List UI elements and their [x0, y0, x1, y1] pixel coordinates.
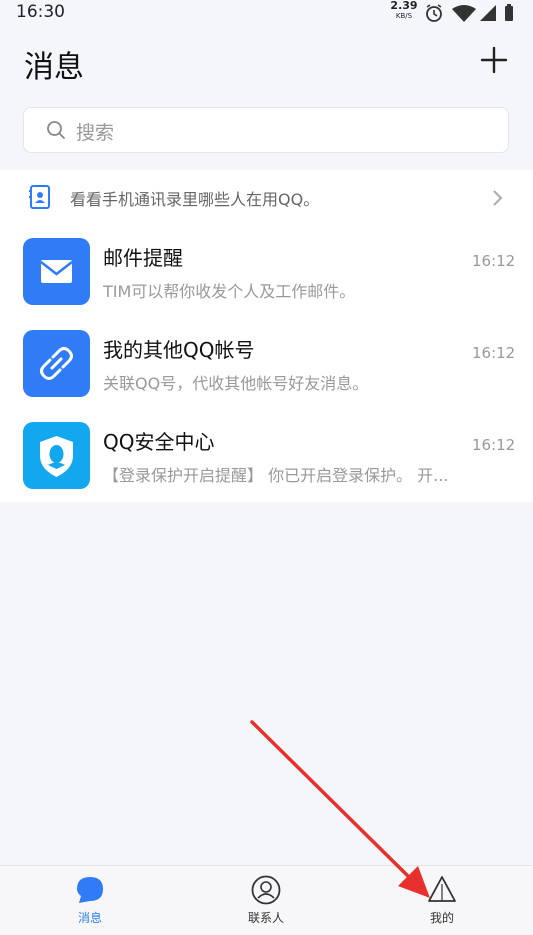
chevron-right-icon [493, 190, 503, 206]
battery-icon [505, 4, 513, 21]
plus-icon[interactable] [480, 46, 508, 74]
contact-card-icon [29, 185, 50, 209]
message-title: QQ安全中心 [103, 430, 215, 454]
nav-tab-contacts[interactable]: 联系人 [216, 866, 316, 935]
network-speed-unit: KB/S [395, 12, 413, 20]
message-preview: 关联QQ号，代收其他帐号好友消息。 [103, 374, 369, 393]
app-header: 消息 [0, 26, 533, 98]
message-time: 16:12 [472, 436, 516, 454]
status-icons [426, 4, 513, 22]
wifi-icon [452, 5, 476, 22]
avatar [23, 422, 90, 489]
nav-label: 我的 [429, 911, 454, 925]
status-bar: 16:30 2.39 KB/S [0, 0, 533, 26]
signal-icon [480, 5, 496, 21]
status-time: 16:30 [16, 2, 65, 22]
nav-label: 联系人 [247, 911, 284, 925]
message-preview: 【登录保护开启提醒】 你已开启登录保护。 开... [103, 466, 449, 485]
message-time: 16:12 [472, 344, 516, 362]
message-list: 邮件提醒 TIM可以帮你收发个人及工作邮件。 16:12 我的其他QQ帐号 关联… [0, 226, 533, 502]
mail-icon [40, 260, 73, 283]
message-preview: TIM可以帮你收发个人及工作邮件。 [103, 282, 356, 301]
page-title: 消息 [24, 50, 84, 85]
message-time: 16:12 [472, 252, 516, 270]
banner-text: 看看手机通讯录里哪些人在用QQ。 [70, 190, 320, 209]
network-speed: 2.39 KB/S [390, 0, 418, 21]
message-title: 邮件提醒 [103, 246, 183, 270]
chat-bubble-icon [77, 877, 103, 903]
message-item-other-accounts[interactable]: 我的其他QQ帐号 关联QQ号，代收其他帐号好友消息。 16:12 [0, 318, 533, 410]
contacts-match-banner[interactable]: 看看手机通讯录里哪些人在用QQ。 [0, 170, 533, 226]
message-title: 我的其他QQ帐号 [103, 338, 255, 362]
alarm-icon [426, 4, 442, 22]
avatar [23, 330, 90, 397]
profile-icon [428, 876, 456, 902]
contacts-icon [251, 875, 281, 905]
link-icon [40, 347, 73, 380]
nav-tab-messages[interactable]: 消息 [40, 866, 140, 935]
message-item-mail-reminder[interactable]: 邮件提醒 TIM可以帮你收发个人及工作邮件。 16:12 [0, 226, 533, 318]
nav-label: 消息 [77, 911, 102, 925]
nav-tab-profile[interactable]: 我的 [392, 866, 492, 935]
network-speed-value: 2.39 [390, 0, 418, 12]
message-item-security-center[interactable]: QQ安全中心 【登录保护开启提醒】 你已开启登录保护。 开... 16:12 [0, 410, 533, 502]
search-icon [47, 121, 65, 139]
search-placeholder: 搜索 [76, 122, 115, 144]
search-input[interactable]: 搜索 [23, 107, 509, 153]
shield-icon [40, 436, 73, 477]
bottom-nav: 消息 联系人 我的 [0, 865, 533, 935]
avatar [23, 238, 90, 305]
